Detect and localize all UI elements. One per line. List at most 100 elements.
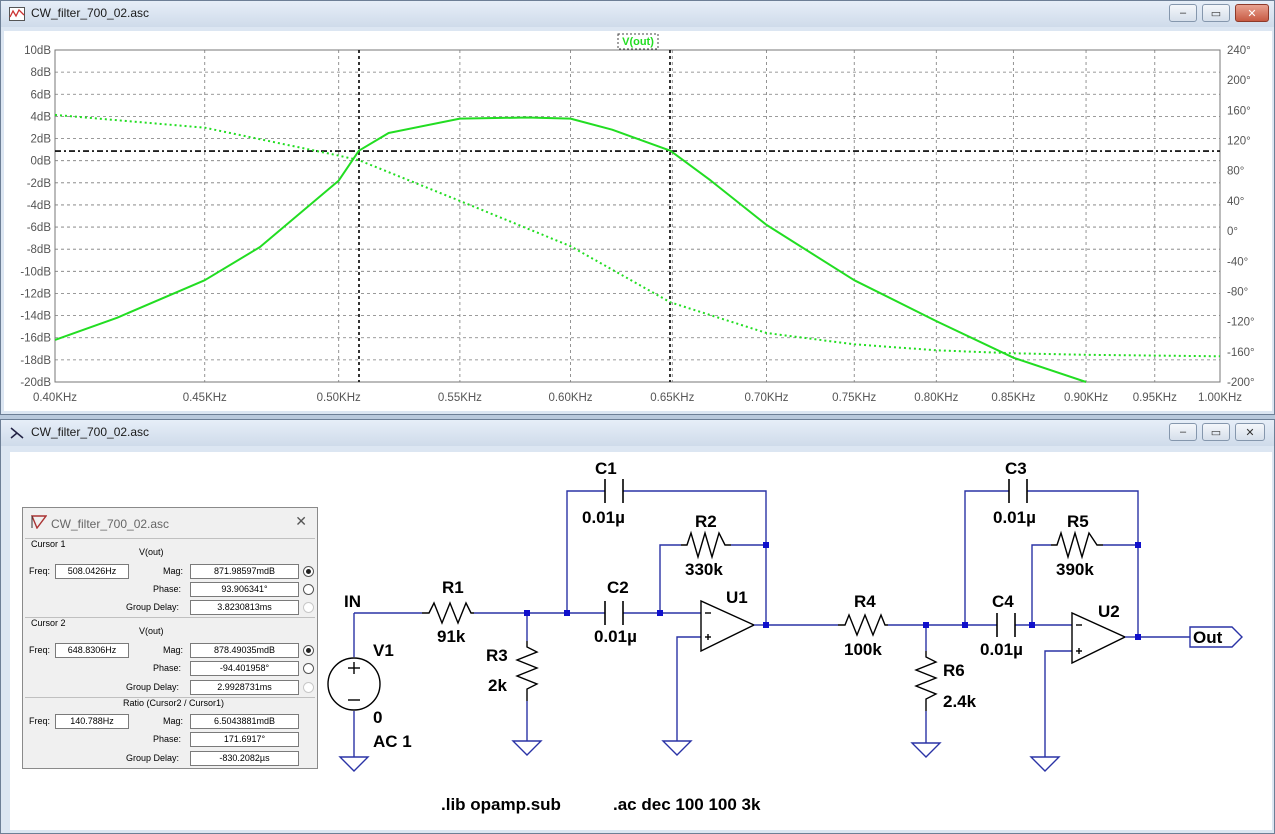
cursor2-freq-field[interactable]: 648.8306Hz: [55, 643, 129, 658]
cursor2-mag-field[interactable]: 878.49035mdB: [190, 643, 299, 658]
y-right-tick-label: -160°: [1227, 347, 1255, 359]
y-left-tick-label: -14dB: [20, 311, 51, 323]
label-c1-value: 0.01µ: [582, 508, 625, 527]
plot-area[interactable]: 0.40KHz 0.45KHz 0.50KHz 0.55KHz 0.60KHz 0.65K…: [4, 31, 1272, 411]
minimize-icon: –: [1179, 7, 1187, 19]
label-u1: U1: [726, 588, 748, 607]
restore-icon: ▭: [1210, 7, 1222, 20]
label-r6-value: 2.4k: [943, 692, 977, 711]
cursor1-gd-label: Group Delay:: [126, 602, 180, 612]
ground-symbol: [1029, 756, 1061, 772]
capacitor-c1[interactable]: [604, 479, 624, 503]
y-left-tick-label: -18dB: [20, 355, 51, 367]
y-right-tick-label: -200°: [1227, 377, 1255, 389]
schematic-titlebar[interactable]: CW_filter_700_02.asc – ▭ ✕: [1, 420, 1274, 446]
y-right-tick-label: 200°: [1227, 75, 1251, 87]
cursor-icon: [31, 515, 47, 529]
x-tick-label: 0.60KHz: [548, 392, 592, 404]
maximize-button[interactable]: ▭: [1202, 423, 1230, 441]
cursor1-phase-radio[interactable]: [303, 584, 314, 595]
label-r2-value: 330k: [685, 560, 723, 579]
ratio-freq-field[interactable]: 140.788Hz: [55, 714, 129, 729]
label-c2: C2: [607, 578, 629, 597]
cursor2-phase-field[interactable]: -94.401958°: [190, 661, 299, 676]
cursor2-gd-radio[interactable]: [303, 682, 314, 693]
y-left-tick-label: -4dB: [27, 200, 52, 212]
plot-window: CW_filter_700_02.asc – ▭ ✕ 0.40KHz 0.45KH…: [0, 0, 1275, 415]
label-r1: R1: [442, 578, 464, 597]
ratio-gd-field[interactable]: -830.2082µs: [190, 751, 299, 766]
bode-plot[interactable]: 0.40KHz 0.45KHz 0.50KHz 0.55KHz 0.60KHz 0.65K…: [4, 31, 1272, 411]
cursor2-mag-radio[interactable]: [303, 645, 314, 656]
y-right-tick-label: 240°: [1227, 45, 1251, 57]
label-u2: U2: [1098, 602, 1120, 621]
cursor1-phase-field[interactable]: 93.906341°: [190, 582, 299, 597]
cursor2-freq-label: Freq:: [29, 645, 51, 655]
y-right-tick-label: -80°: [1227, 286, 1248, 298]
resistor-r1[interactable]: [422, 601, 474, 625]
dialog-title: CW_filter_700_02.asc: [51, 517, 170, 531]
plot-titlebar[interactable]: CW_filter_700_02.asc – ▭ ✕: [1, 1, 1274, 27]
opamp-u1[interactable]: [700, 599, 756, 653]
label-c4-value: 0.01µ: [980, 640, 1023, 659]
resistor-r5[interactable]: [1051, 530, 1103, 560]
cursor1-mag-radio[interactable]: [303, 566, 314, 577]
y-left-tick-label: -2dB: [27, 178, 52, 190]
resistor-r4[interactable]: [838, 613, 888, 637]
y-right-tick-label: -40°: [1227, 256, 1248, 268]
resistor-r3[interactable]: [515, 641, 539, 701]
cursor1-freq-label: Freq:: [29, 566, 51, 576]
close-button[interactable]: ✕: [1235, 4, 1269, 22]
cursor1-gd-field[interactable]: 3.8230813ms: [190, 600, 299, 615]
cursor2-mag-label: Mag:: [163, 645, 184, 655]
y-right-tick-label: -120°: [1227, 317, 1255, 329]
cursor2-phase-label: Phase:: [153, 663, 182, 673]
label-r6: R6: [943, 661, 965, 680]
ratio-phase-field[interactable]: 171.6917°: [190, 732, 299, 747]
label-r3: R3: [486, 646, 508, 665]
cursor1-freq-field[interactable]: 508.0426Hz: [55, 564, 129, 579]
x-tick-label: 0.45KHz: [183, 392, 227, 404]
label-r2: R2: [695, 512, 717, 531]
cursor1-phase-label: Phase:: [153, 584, 182, 594]
y-right-tick-label: 0°: [1227, 226, 1238, 238]
minimize-button[interactable]: –: [1169, 4, 1197, 22]
voltage-source-v1[interactable]: [327, 657, 381, 711]
label-r4-value: 100k: [844, 640, 882, 659]
label-c2-value: 0.01µ: [594, 627, 637, 646]
y-left-tick-label: 4dB: [31, 111, 52, 123]
directive-lib[interactable]: .lib opamp.sub: [441, 795, 561, 814]
legend-label[interactable]: V(out): [622, 36, 654, 48]
y-right-tick-label: 40°: [1227, 196, 1244, 208]
y-left-tick-label: 0dB: [31, 156, 52, 168]
plot-frame: [54, 49, 1221, 383]
y-left-tick-label: -6dB: [27, 222, 52, 234]
capacitor-c3[interactable]: [1008, 479, 1028, 503]
directive-ac[interactable]: .ac dec 100 100 3k: [613, 795, 761, 814]
plot-window-title: CW_filter_700_02.asc: [31, 6, 150, 20]
y-left-tick-label: 8dB: [31, 67, 52, 79]
y-left-tick-label: -20dB: [20, 377, 51, 389]
close-button[interactable]: ✕: [1235, 423, 1265, 441]
cursor1-mag-field[interactable]: 871.98597mdB: [190, 564, 299, 579]
resistor-r6[interactable]: [914, 651, 938, 711]
minimize-button[interactable]: –: [1169, 423, 1197, 441]
ratio-freq-label: Freq:: [29, 716, 51, 726]
dialog-close-icon[interactable]: ✕: [295, 513, 307, 530]
x-tick-label: 0.90KHz: [1064, 392, 1108, 404]
x-tick-label: 0.50KHz: [317, 392, 361, 404]
cursor1-gd-radio[interactable]: [303, 602, 314, 613]
cursor2-gd-field[interactable]: 2.9928731ms: [190, 680, 299, 695]
cursor2-phase-radio[interactable]: [303, 663, 314, 674]
cursor2-header: Cursor 2: [31, 618, 66, 628]
ratio-gd-label: Group Delay:: [126, 753, 180, 763]
label-v1-ac: AC 1: [373, 732, 412, 751]
ratio-phase-label: Phase:: [153, 734, 182, 744]
maximize-button[interactable]: ▭: [1202, 4, 1230, 22]
resistor-r2[interactable]: [681, 530, 731, 560]
ratio-mag-label: Mag:: [163, 716, 184, 726]
x-tick-label: 0.40KHz: [33, 392, 77, 404]
capacitor-c4[interactable]: [996, 613, 1016, 637]
capacitor-c2[interactable]: [604, 601, 624, 625]
ratio-mag-field[interactable]: 6.5043881mdB: [190, 714, 299, 729]
